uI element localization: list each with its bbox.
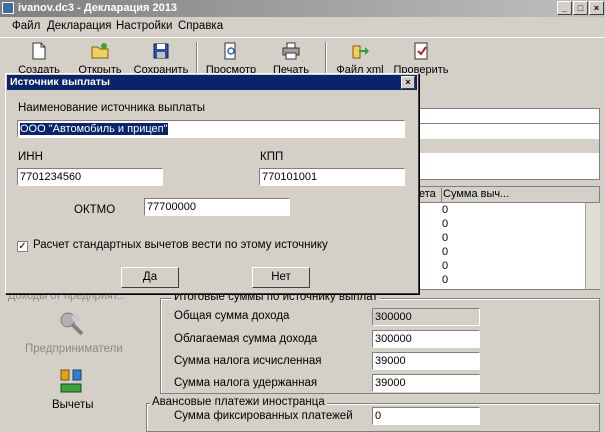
window-titlebar: ivanov.dc3 - Декларация 2013 _ □ × [0, 0, 605, 17]
printer-icon [282, 42, 300, 60]
inn-label: ИНН [18, 151, 43, 163]
table-cell: 0 [442, 246, 449, 258]
tax-calculated-label: Сумма налога исчисленная [174, 355, 322, 367]
table-cell: 0 [442, 218, 449, 230]
minimize-button[interactable]: _ [557, 1, 572, 15]
table-cell: 0 [442, 260, 449, 272]
sidebar-item-deductions[interactable]: Вычеты [52, 399, 93, 411]
standard-deductions-label: Расчет стандартных вычетов вести по этом… [33, 239, 328, 251]
preview-icon [224, 42, 236, 60]
kpp-input[interactable]: 770101001 [259, 168, 405, 186]
window-title: ivanov.dc3 - Декларация 2013 [18, 2, 177, 14]
check-document-icon [414, 42, 428, 60]
total-income-label: Общая сумма дохода [174, 310, 290, 322]
inn-input[interactable]: 7701234560 [17, 168, 163, 186]
menu-bar: Файл Декларация Настройки Справка [0, 17, 605, 36]
fixed-payments-label: Сумма фиксированных платежей [174, 410, 353, 422]
column-header: Сумма выч... [443, 188, 510, 200]
table-cell: 0 [442, 204, 449, 216]
advance-group-title: Авансовые платежи иностранца [150, 396, 327, 408]
sources-list[interactable] [418, 108, 600, 180]
preview-button[interactable]: Просмотр [203, 40, 259, 76]
yes-button[interactable]: Да [121, 267, 179, 288]
standard-deductions-checkbox[interactable]: ✓ [17, 241, 28, 252]
menu-help[interactable]: Справка [178, 20, 223, 32]
no-button[interactable]: Нет [252, 267, 310, 288]
kpp-label: КПП [260, 151, 284, 163]
toolbar-separator [325, 42, 327, 74]
source-name-label: Наименование источника выплаты [18, 102, 205, 114]
entrepreneurs-icon [56, 310, 86, 340]
print-button[interactable]: Печать [267, 40, 315, 76]
table-cell: 0 [442, 274, 449, 286]
taxable-income-label: Облагаемая сумма дохода [174, 333, 318, 345]
app-icon [2, 2, 14, 14]
menu-file[interactable]: Файл [12, 20, 40, 32]
oktmo-input[interactable]: 77700000 [144, 198, 290, 216]
tax-withheld-field[interactable]: 39000 [372, 374, 480, 392]
tax-calculated-field[interactable]: 39000 [372, 352, 480, 370]
dialog-titlebar: Источник выплаты × [7, 75, 417, 90]
column-header: ета [419, 188, 436, 200]
check-button[interactable]: Проверить [390, 40, 452, 76]
payment-source-dialog: Источник выплаты × Наименование источник… [5, 73, 419, 294]
xml-export-icon [352, 45, 369, 59]
deductions-icon [57, 366, 87, 396]
source-name-input[interactable]: ООО "Автомобиль и прицеп" [17, 120, 405, 138]
save-button[interactable]: Сохранить [132, 40, 190, 76]
dialog-close-button[interactable]: × [401, 76, 415, 89]
menu-settings[interactable]: Настройки [116, 20, 172, 32]
tax-withheld-label: Сумма налога удержанная [174, 377, 318, 389]
open-button[interactable]: Открыть [74, 40, 126, 76]
xml-file-button[interactable]: Файл xml [334, 40, 386, 76]
table-cell: 0 [442, 232, 449, 244]
taxable-income-field[interactable]: 300000 [372, 330, 480, 348]
total-income-field: 300000 [372, 308, 480, 326]
maximize-button[interactable]: □ [573, 1, 588, 15]
dialog-title: Источник выплаты [10, 76, 110, 88]
oktmo-label: ОКТМО [74, 204, 116, 216]
open-folder-icon [91, 43, 109, 59]
floppy-disk-icon [153, 43, 169, 59]
new-document-icon [32, 42, 46, 60]
fixed-payments-field[interactable]: 0 [372, 407, 480, 425]
menu-declaration[interactable]: Декларация [47, 20, 111, 32]
deductions-table[interactable]: ета Сумма выч... [404, 186, 600, 290]
scrollbar[interactable] [585, 203, 600, 289]
create-button[interactable]: Создать [14, 40, 64, 76]
toolbar-separator [196, 42, 198, 74]
close-button[interactable]: × [589, 1, 604, 15]
sidebar-item-entrepreneurs[interactable]: Предприниматели [25, 343, 123, 355]
